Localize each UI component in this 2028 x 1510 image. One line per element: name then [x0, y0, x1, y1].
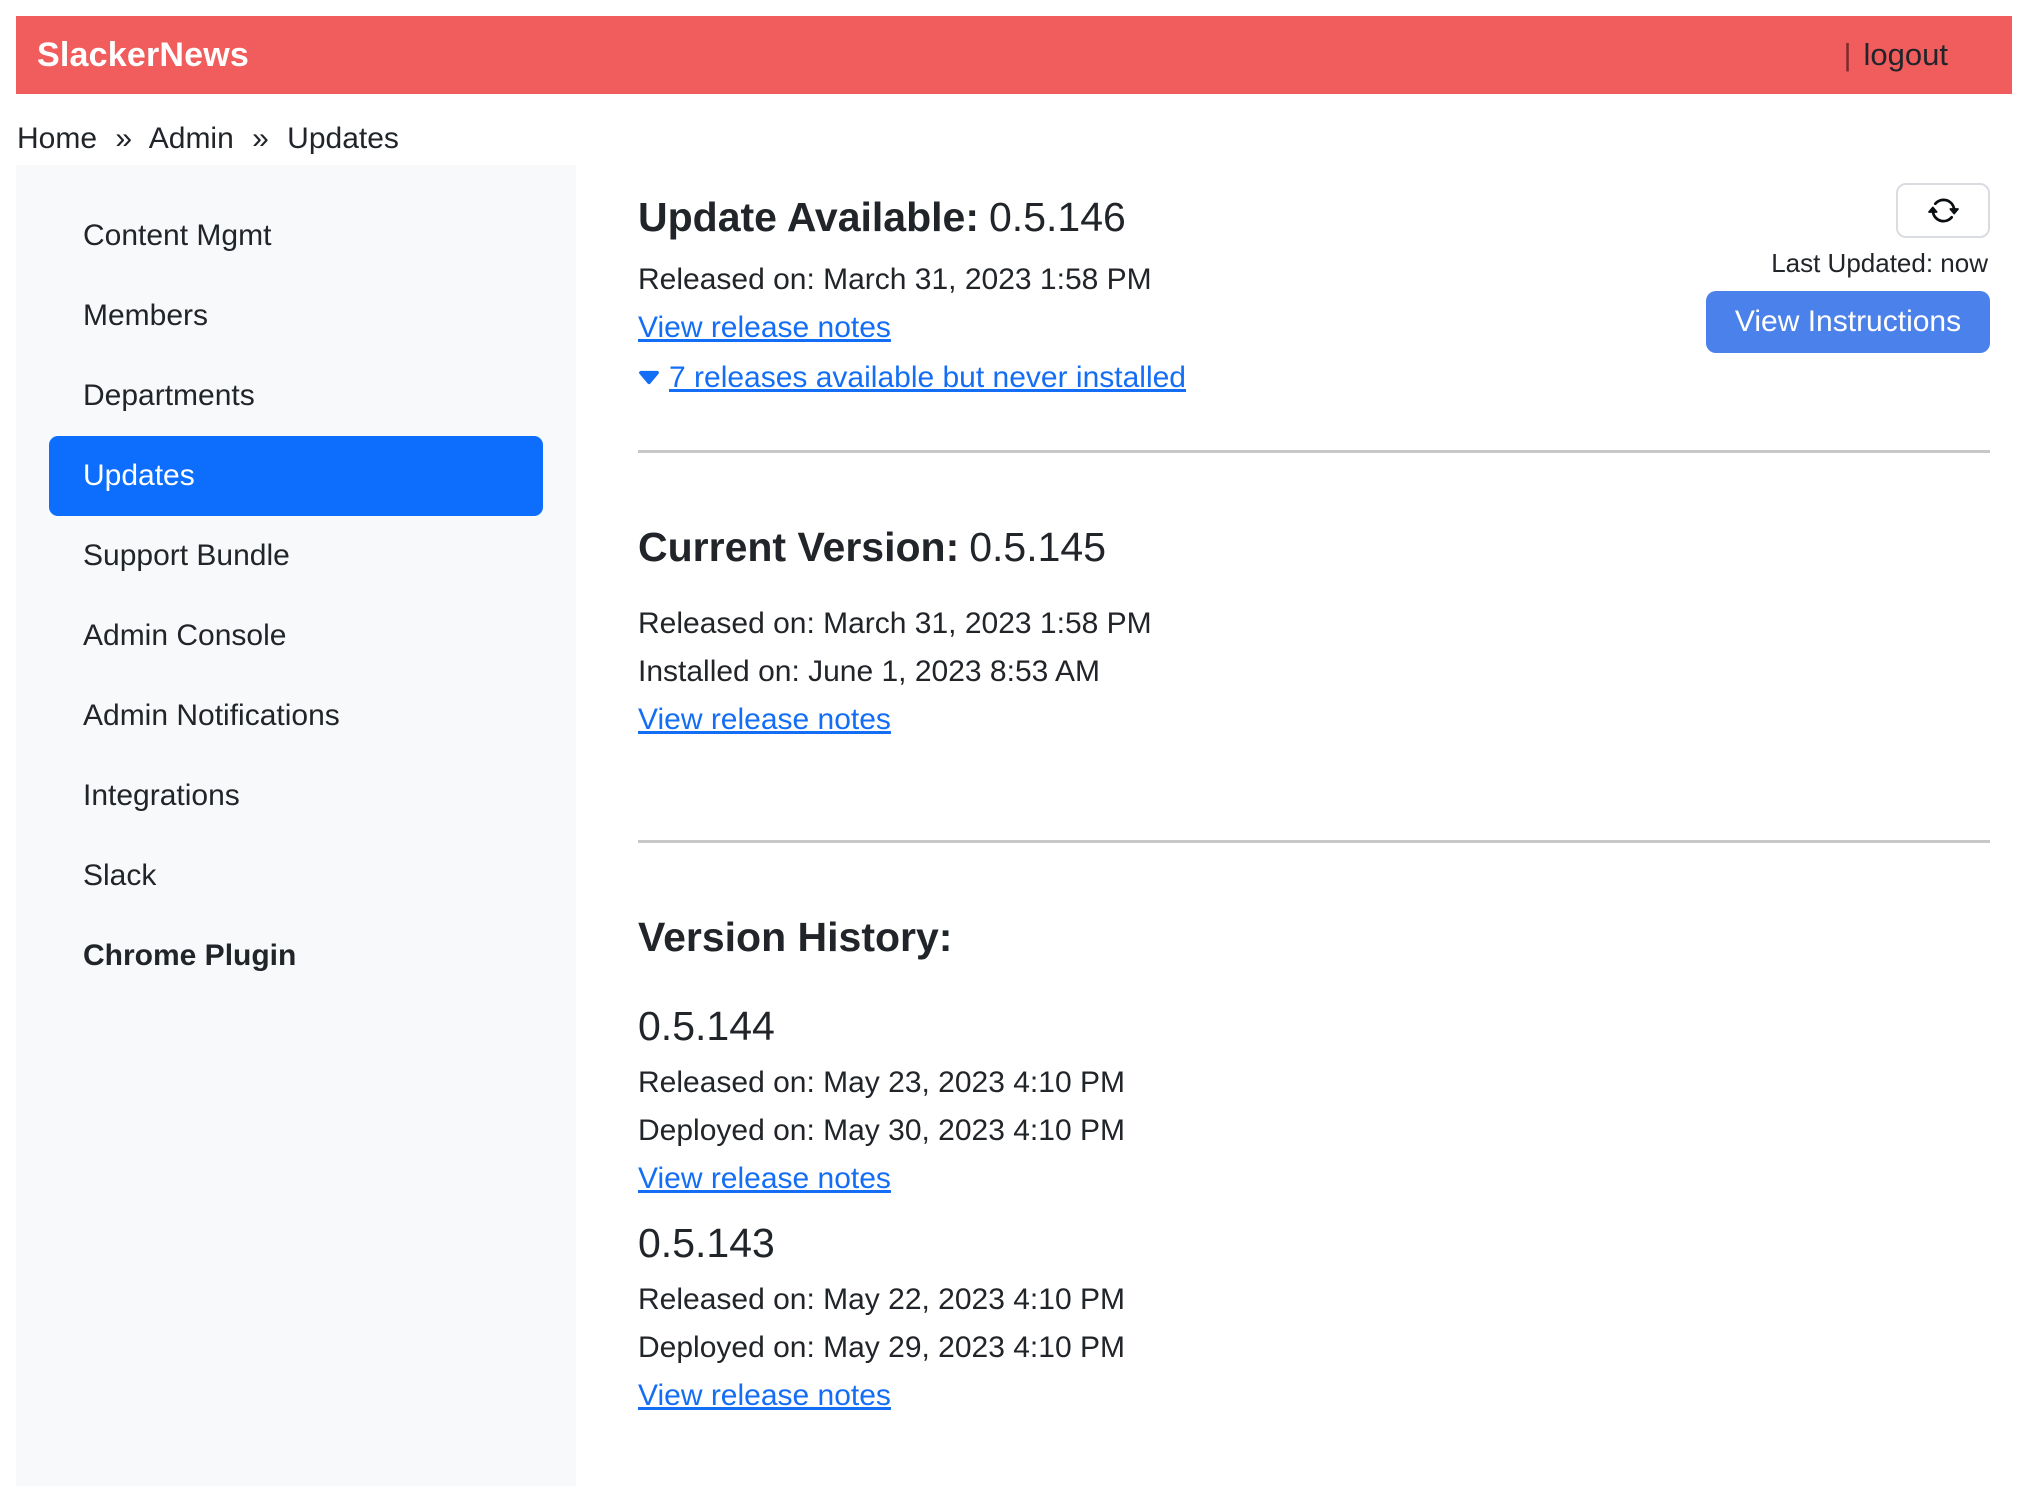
caret-down-icon — [638, 370, 660, 385]
main-content: Update Available:0.5.146 Released on: Ma… — [638, 165, 2012, 1420]
section-divider — [638, 840, 1990, 843]
sidebar-item-integrations[interactable]: Integrations — [49, 756, 543, 836]
version-history-title: Version History: — [638, 913, 1990, 962]
app-header: SlackerNews | logout — [16, 16, 2012, 94]
releases-toggle-link[interactable]: 7 releases available but never installed — [638, 354, 1186, 402]
history-version: 0.5.144 — [638, 1002, 1990, 1051]
update-available-info: Update Available:0.5.146 Released on: Ma… — [638, 165, 1186, 402]
breadcrumb-admin[interactable]: Admin — [149, 122, 234, 155]
sidebar: Content Mgmt Members Departments Updates… — [16, 165, 576, 1486]
sidebar-item-support-bundle[interactable]: Support Bundle — [49, 516, 543, 596]
section-divider — [638, 450, 1990, 453]
history-released-on: Released on: May 23, 2023 4:10 PM — [638, 1059, 1990, 1107]
releases-toggle-label: 7 releases available but never installed — [669, 354, 1186, 402]
sidebar-item-content-mgmt[interactable]: Content Mgmt — [49, 196, 543, 276]
refresh-button[interactable] — [1896, 183, 1990, 238]
history-release-notes-link[interactable]: View release notes — [638, 1162, 891, 1195]
view-instructions-button[interactable]: View Instructions — [1706, 291, 1990, 353]
breadcrumb-separator: » — [115, 122, 132, 155]
update-available-version: 0.5.146 — [989, 194, 1126, 240]
update-available-section: Update Available:0.5.146 Released on: Ma… — [638, 165, 1990, 402]
breadcrumb: Home » Admin » Updates — [17, 118, 2012, 159]
history-released-on: Released on: May 22, 2023 4:10 PM — [638, 1276, 1990, 1324]
header-separator: | — [1843, 37, 1851, 73]
sidebar-item-admin-console[interactable]: Admin Console — [49, 596, 543, 676]
current-installed-on: Installed on: June 1, 2023 8:53 AM — [638, 648, 1990, 696]
page: SlackerNews | logout Home » Admin » Upda… — [0, 0, 2028, 1486]
current-release-notes-link[interactable]: View release notes — [638, 703, 891, 736]
history-deployed-on: Deployed on: May 29, 2023 4:10 PM — [638, 1324, 1990, 1372]
layout: Content Mgmt Members Departments Updates… — [16, 165, 2012, 1486]
current-version-section: Current Version:0.5.145 Released on: Mar… — [638, 523, 1990, 744]
refresh-icon — [1928, 195, 1959, 226]
current-version-title: Current Version:0.5.145 — [638, 523, 1990, 572]
breadcrumb-separator: » — [252, 122, 269, 155]
update-actions: Last Updated: now View Instructions — [1706, 165, 1990, 353]
update-released-on: Released on: March 31, 2023 1:58 PM — [638, 256, 1186, 304]
version-history-entry: 0.5.144 Released on: May 23, 2023 4:10 P… — [638, 1002, 1990, 1203]
update-release-notes-link[interactable]: View release notes — [638, 311, 891, 344]
current-released-on: Released on: March 31, 2023 1:58 PM — [638, 600, 1990, 648]
history-version: 0.5.143 — [638, 1219, 1990, 1268]
sidebar-item-admin-notifications[interactable]: Admin Notifications — [49, 676, 543, 756]
current-version-label: Current Version: — [638, 524, 959, 570]
update-available-label: Update Available: — [638, 194, 979, 240]
update-available-title: Update Available:0.5.146 — [638, 193, 1186, 242]
last-updated-text: Last Updated: now — [1771, 248, 1988, 279]
sidebar-item-chrome-plugin[interactable]: Chrome Plugin — [49, 916, 543, 996]
sidebar-item-members[interactable]: Members — [49, 276, 543, 356]
breadcrumb-current[interactable]: Updates — [287, 122, 399, 155]
sidebar-item-updates[interactable]: Updates — [49, 436, 543, 516]
sidebar-item-departments[interactable]: Departments — [49, 356, 543, 436]
logout-area: | logout — [1843, 37, 1948, 73]
logout-link[interactable]: logout — [1864, 37, 1948, 73]
version-history-section: Version History: 0.5.144 Released on: Ma… — [638, 913, 1990, 1421]
sidebar-item-slack[interactable]: Slack — [49, 836, 543, 916]
breadcrumb-home[interactable]: Home — [17, 122, 97, 155]
history-release-notes-link[interactable]: View release notes — [638, 1379, 891, 1412]
current-version-number: 0.5.145 — [969, 524, 1106, 570]
history-deployed-on: Deployed on: May 30, 2023 4:10 PM — [638, 1107, 1990, 1155]
app-brand[interactable]: SlackerNews — [37, 36, 249, 75]
version-history-entry: 0.5.143 Released on: May 22, 2023 4:10 P… — [638, 1219, 1990, 1420]
